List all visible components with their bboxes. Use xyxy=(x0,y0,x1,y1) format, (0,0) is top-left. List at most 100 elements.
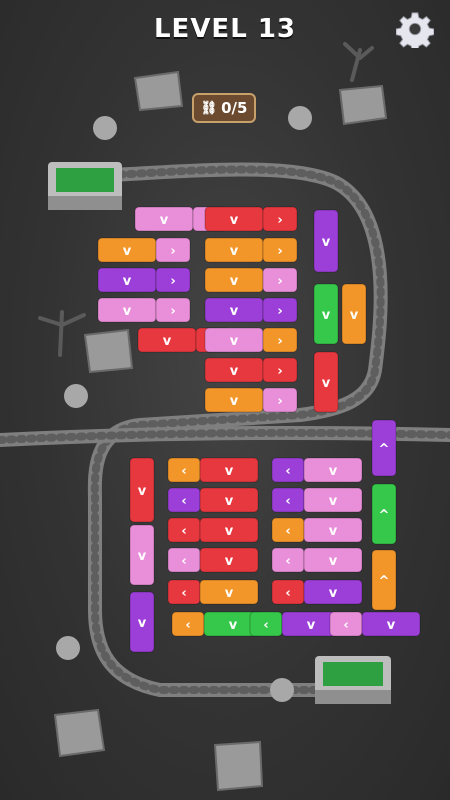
train-car[interactable]: ^ xyxy=(371,419,397,477)
train-car[interactable]: v xyxy=(97,237,157,263)
train-car[interactable]: › xyxy=(262,206,298,232)
train-car[interactable]: v xyxy=(361,611,421,637)
train-car[interactable]: ‹ xyxy=(249,611,283,637)
train-car[interactable]: › xyxy=(155,297,191,323)
arrow-down-icon: v xyxy=(329,554,338,569)
train-car[interactable]: v xyxy=(204,237,264,263)
arrow-down-icon: v xyxy=(350,308,359,323)
train-car[interactable]: v xyxy=(303,579,363,605)
train-car[interactable]: v xyxy=(303,487,363,513)
train-car[interactable]: ‹ xyxy=(167,547,201,573)
train-car[interactable]: v xyxy=(303,547,363,573)
train-car[interactable]: v xyxy=(341,283,367,345)
house-3 xyxy=(83,328,134,374)
arrow-down-icon: v xyxy=(230,334,239,349)
train-car[interactable]: ‹ xyxy=(167,579,201,605)
arrow-right-icon: › xyxy=(170,304,175,319)
arrow-down-icon: v xyxy=(123,274,132,289)
train-car[interactable]: v xyxy=(199,579,259,605)
arrow-left-icon: ‹ xyxy=(181,554,186,569)
train-car[interactable]: › xyxy=(262,387,298,413)
arrow-right-icon: › xyxy=(277,334,282,349)
station-bottom-right xyxy=(315,656,391,704)
station-top-left xyxy=(48,162,122,210)
train-car[interactable]: ‹ xyxy=(271,517,305,543)
arrow-down-icon: v xyxy=(230,304,239,319)
train-car[interactable]: v xyxy=(303,517,363,543)
train-car[interactable]: v xyxy=(129,524,155,586)
arrow-left-icon: ‹ xyxy=(181,464,186,479)
arrow-down-icon: v xyxy=(138,616,147,631)
dead-tree-icon xyxy=(38,310,86,357)
lamp-post-1 xyxy=(93,116,117,140)
arrow-down-icon: v xyxy=(138,484,147,499)
train-car[interactable]: v xyxy=(134,206,194,232)
arrow-down-icon: v xyxy=(229,618,238,633)
train-car[interactable]: ‹ xyxy=(167,487,201,513)
train-car[interactable]: › xyxy=(262,327,298,353)
dead-tree-icon xyxy=(343,42,374,82)
train-car[interactable]: › xyxy=(262,297,298,323)
train-car[interactable]: ‹ xyxy=(271,547,305,573)
house-5 xyxy=(213,740,264,792)
arrow-down-icon: v xyxy=(123,304,132,319)
arrow-left-icon: ‹ xyxy=(343,618,348,633)
arrow-left-icon: ‹ xyxy=(285,464,290,479)
lamp-post-5 xyxy=(270,678,294,702)
train-car[interactable]: ‹ xyxy=(171,611,205,637)
train-car[interactable]: v xyxy=(204,327,264,353)
train-car[interactable]: ‹ xyxy=(167,457,201,483)
arrow-down-icon: v xyxy=(225,554,234,569)
house-2 xyxy=(338,84,388,126)
train-car[interactable]: ‹ xyxy=(271,579,305,605)
train-car[interactable]: v xyxy=(204,387,264,413)
train-car[interactable]: v xyxy=(129,591,155,653)
train-car[interactable]: v xyxy=(137,327,197,353)
train-car[interactable]: v xyxy=(199,547,259,573)
arrow-left-icon: ‹ xyxy=(185,618,190,633)
arrow-left-icon: ‹ xyxy=(285,554,290,569)
arrow-down-icon: v xyxy=(230,213,239,228)
train-car[interactable]: v xyxy=(313,351,339,413)
train-car[interactable]: v xyxy=(204,357,264,383)
arrow-right-icon: › xyxy=(170,244,175,259)
train-car[interactable]: v xyxy=(97,297,157,323)
arrow-right-icon: › xyxy=(277,364,282,379)
train-car[interactable]: v xyxy=(313,209,339,273)
arrow-right-icon: › xyxy=(277,244,282,259)
arrow-down-icon: v xyxy=(329,524,338,539)
train-car[interactable]: ‹ xyxy=(271,457,305,483)
train-car[interactable]: v xyxy=(313,283,339,345)
train-car[interactable]: v xyxy=(97,267,157,293)
arrow-down-icon: v xyxy=(322,308,331,323)
train-car[interactable]: v xyxy=(303,457,363,483)
train-car[interactable]: › xyxy=(262,237,298,263)
train-car[interactable]: v xyxy=(199,457,259,483)
train-car[interactable]: ‹ xyxy=(167,517,201,543)
train-car[interactable]: v xyxy=(129,457,155,523)
arrow-down-icon: v xyxy=(225,464,234,479)
train-car[interactable]: v xyxy=(199,487,259,513)
arrow-left-icon: ‹ xyxy=(263,618,268,633)
train-car[interactable]: › xyxy=(262,357,298,383)
arrow-down-icon: v xyxy=(225,524,234,539)
train-car[interactable]: v xyxy=(199,517,259,543)
train-car[interactable]: ^ xyxy=(371,483,397,545)
train-car[interactable]: ^ xyxy=(371,549,397,611)
arrow-down-icon: v xyxy=(123,244,132,259)
train-car[interactable]: ‹ xyxy=(271,487,305,513)
train-car[interactable]: ‹ xyxy=(329,611,363,637)
train-car[interactable]: v xyxy=(204,206,264,232)
train-car[interactable]: v xyxy=(204,267,264,293)
train-car[interactable]: › xyxy=(155,267,191,293)
arrow-down-icon: v xyxy=(307,618,316,633)
arrow-left-icon: ‹ xyxy=(285,586,290,601)
arrow-down-icon: v xyxy=(329,464,338,479)
arrow-down-icon: v xyxy=(225,586,234,601)
arrow-down-icon: v xyxy=(230,274,239,289)
arrow-right-icon: › xyxy=(170,274,175,289)
train-car[interactable]: › xyxy=(155,237,191,263)
train-car[interactable]: v xyxy=(204,297,264,323)
arrow-right-icon: › xyxy=(277,304,282,319)
train-car[interactable]: › xyxy=(262,267,298,293)
